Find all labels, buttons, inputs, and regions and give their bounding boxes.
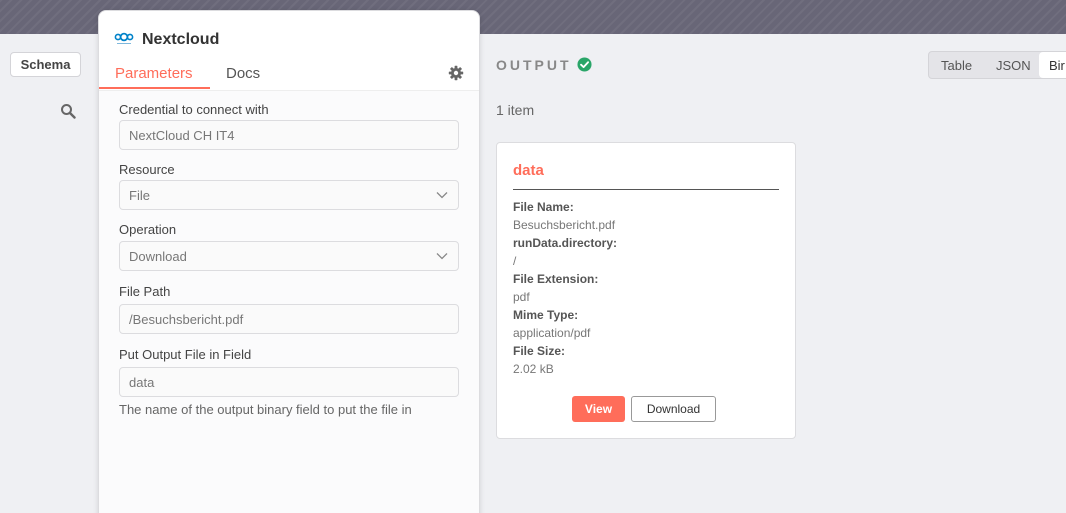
output-field-label: Put Output File in Field xyxy=(119,347,252,362)
item-count: 1 item xyxy=(496,102,535,118)
node-title: Nextcloud xyxy=(142,31,220,48)
file-size-label: File Size: xyxy=(513,344,566,358)
schema-button[interactable]: Schema xyxy=(10,52,81,77)
binary-property-name: data xyxy=(513,162,544,179)
operation-value: Download xyxy=(129,248,187,264)
nextcloud-logo-icon xyxy=(114,32,134,44)
file-size-value: 2.02 kB xyxy=(513,362,554,376)
tab-docs[interactable]: Docs xyxy=(226,65,260,82)
file-path-label: File Path xyxy=(119,284,171,299)
search-icon[interactable] xyxy=(60,103,76,119)
view-button[interactable]: View xyxy=(572,396,625,422)
output-title: OUTPUT xyxy=(496,57,572,73)
credential-select[interactable]: NextCloud CH IT4 xyxy=(119,120,459,150)
divider xyxy=(513,189,779,190)
view-mode-table[interactable]: Table xyxy=(941,52,972,78)
operation-label: Operation xyxy=(119,222,177,237)
file-name-value: Besuchsbericht.pdf xyxy=(513,218,616,232)
credential-label: Credential to connect with xyxy=(119,102,269,117)
file-extension-value: pdf xyxy=(513,290,530,304)
output-view-toggle: Table JSON Bir xyxy=(928,51,1066,79)
output-field-value: data xyxy=(129,374,155,390)
download-button[interactable]: Download xyxy=(631,396,716,422)
success-check-icon xyxy=(577,57,592,72)
file-path-input[interactable]: /Besuchsbericht.pdf xyxy=(119,304,459,334)
file-path-value: /Besuchsbericht.pdf xyxy=(129,311,244,327)
chevron-down-icon xyxy=(436,253,448,260)
active-tab-indicator xyxy=(99,87,210,89)
resource-label: Resource xyxy=(119,162,175,177)
tab-parameters[interactable]: Parameters xyxy=(115,65,193,82)
output-field-input[interactable]: data xyxy=(119,367,459,397)
view-mode-binary[interactable]: Bir xyxy=(1039,52,1066,78)
operation-select[interactable]: Download xyxy=(119,241,459,271)
resource-value: File xyxy=(129,187,150,203)
file-extension-label: File Extension: xyxy=(513,272,599,286)
resource-select[interactable]: File xyxy=(119,180,459,210)
mime-type-label: Mime Type: xyxy=(513,308,579,322)
chevron-down-icon xyxy=(436,192,448,199)
directory-value: / xyxy=(513,254,517,268)
parameters-form: Credential to connect with NextCloud CH … xyxy=(99,90,479,513)
view-mode-json[interactable]: JSON xyxy=(996,52,1031,78)
binary-data-card: data File Name: Besuchsbericht.pdf runDa… xyxy=(496,142,796,439)
gear-icon[interactable] xyxy=(448,65,464,81)
directory-label: runData.directory: xyxy=(513,236,618,250)
credential-value: NextCloud CH IT4 xyxy=(129,127,235,143)
file-name-label: File Name: xyxy=(513,200,574,214)
panel-header: Nextcloud Parameters Docs xyxy=(99,11,479,90)
output-field-hint: The name of the output binary field to p… xyxy=(119,402,412,417)
node-parameters-panel: Nextcloud Parameters Docs Credential to … xyxy=(98,10,480,513)
mime-type-value: application/pdf xyxy=(513,326,591,340)
